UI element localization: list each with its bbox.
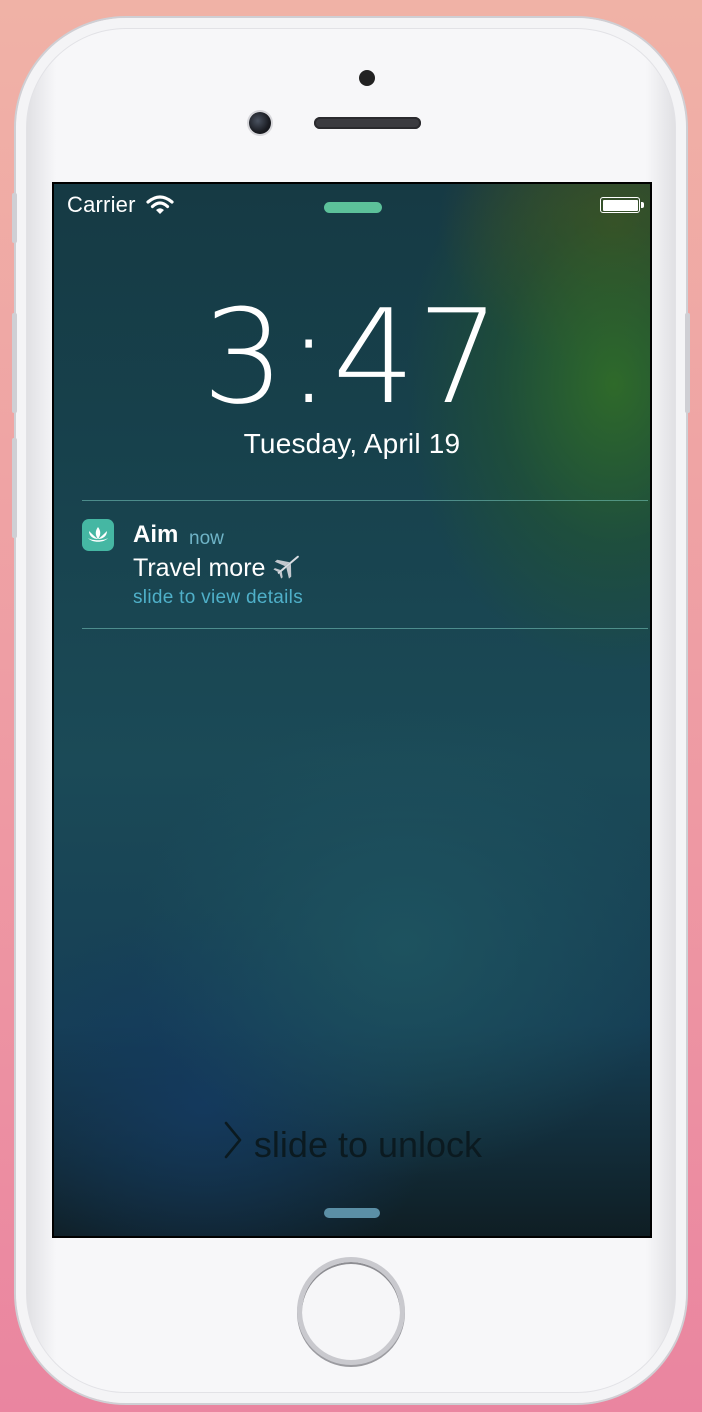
notification-hint: slide to view details	[133, 587, 303, 608]
volume-down-button	[12, 438, 17, 538]
notification-center-grabber[interactable]	[324, 202, 382, 213]
notification-time: now	[189, 528, 224, 549]
control-center-grabber[interactable]	[324, 1208, 380, 1218]
notification[interactable]: Aim now Travel more slide to view detail…	[82, 501, 648, 627]
power-button	[685, 313, 690, 413]
proximity-sensor	[359, 70, 375, 86]
mute-switch	[12, 193, 17, 243]
lock-screen-date: Tuesday, April 19	[243, 428, 461, 459]
front-camera	[249, 112, 271, 134]
battery-icon	[600, 197, 644, 213]
lotus-icon	[82, 519, 114, 551]
carrier-label: Carrier	[67, 192, 136, 217]
wifi-icon	[146, 194, 174, 221]
notification-message-row: Travel more	[133, 551, 303, 586]
slide-to-unlock-label: slide to unlock	[253, 1123, 483, 1165]
lock-screen-time: 3:47	[202, 281, 502, 433]
status-bar: Carrier	[54, 184, 650, 224]
airplane-icon	[273, 551, 303, 586]
volume-up-button	[12, 313, 17, 413]
lock-screen: Carrier 3:47 Tuesday, April 19 Aim now T…	[52, 182, 652, 1238]
earpiece-speaker	[314, 117, 421, 129]
notification-divider-bottom	[82, 628, 648, 629]
notification-message: Travel more	[133, 554, 266, 582]
chevron-right-icon	[222, 1120, 244, 1169]
notification-app-name: Aim	[133, 521, 179, 548]
home-button[interactable]	[297, 1257, 405, 1365]
slide-to-unlock[interactable]: slide to unlock	[52, 1120, 652, 1169]
